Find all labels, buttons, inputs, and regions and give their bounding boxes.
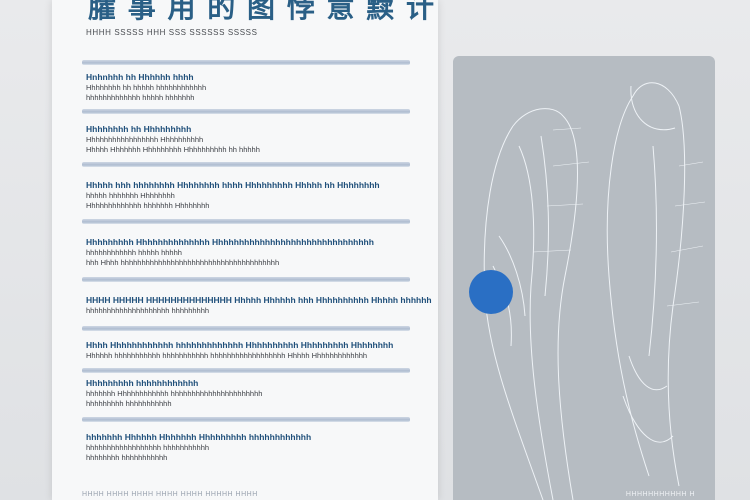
- section-8: hhhhhhh Hhhhhh Hhhhhhh Hhhhhhhhh hhhhhhh…: [86, 432, 408, 463]
- section-text: Hhhhhh hhhhhhhhhhh hhhhhhhhhhh hhhhhhhhh…: [86, 351, 368, 360]
- section-text: hhhhhhhhh hhhhhhhhhhh: [86, 399, 172, 408]
- section-divider: [82, 326, 410, 331]
- document-title: 臛 事 用 的 图 悖 意 黩 计: [88, 0, 435, 24]
- illustration-caption: HHHHHHHHHHH H: [625, 491, 695, 498]
- section-divider: [82, 219, 410, 224]
- section-text: Hhhhhhhhhhhhhhhhh Hhhhhhhhhh: [86, 135, 204, 144]
- section-heading: HHHH HHHHH HHHHHHHHHHHHHH Hhhhh Hhhhhh h…: [86, 295, 432, 305]
- section-heading: Hhhhhhhhh Hhhhhhhhhhhhhh Hhhhhhhhhhhhhhh…: [86, 237, 374, 247]
- section-heading: Hhhhh hhh hhhhhhhh Hhhhhhhh hhhh Hhhhhhh…: [86, 180, 380, 190]
- section-text: hhhhhhhh hhhhhhhhhhh: [86, 453, 168, 462]
- section-text: Hhhhhhhhhhhhh hhhhhhh Hhhhhhhh: [86, 201, 210, 210]
- section-text: Hhhhhhhh hh hhhhh hhhhhhhhhhhh: [86, 83, 207, 92]
- section-1: Hnhnhhh hh Hhhhhh hhhh Hhhhhhhh hh hhhhh…: [86, 72, 408, 103]
- section-divider: [82, 417, 410, 422]
- section-divider: [82, 368, 410, 373]
- section-text: Hhhhh Hhhhhhh Hhhhhhhhh Hhhhhhhhhh hh hh…: [86, 145, 260, 154]
- leg-anatomy-illustration: [469, 82, 706, 500]
- highlight-marker: [469, 270, 513, 314]
- section-heading: Hhhhhhhhh hhhhhhhhhhhh: [86, 378, 199, 388]
- section-4: Hhhhhhhhh Hhhhhhhhhhhhhh Hhhhhhhhhhhhhhh…: [86, 237, 408, 268]
- section-6: Hhhh Hhhhhhhhhhhh hhhhhhhhhhhhh Hhhhhhhh…: [86, 340, 408, 361]
- section-2: Hhhhhhhh hh Hhhhhhhhh Hhhhhhhhhhhhhhhhh …: [86, 124, 408, 155]
- document-sheet: 臛 事 用 的 图 悖 意 黩 计 HHHH SSSSS HHH SSS SSS…: [52, 0, 438, 500]
- section-divider: [82, 109, 410, 114]
- section-divider: [82, 162, 410, 167]
- document-footer: HHHH HHHH HHHH HHHH HHHH HHHHH HHHH: [82, 491, 258, 498]
- section-divider: [82, 277, 410, 282]
- section-text: hhhhhhhhhhhh hhhhh hhhhh: [86, 248, 182, 257]
- section-text: hhhhh hhhhhhh Hhhhhhhh: [86, 191, 175, 200]
- anatomy-illustration-panel: HHHHHHHHHHH H: [453, 56, 715, 500]
- section-heading: hhhhhhh Hhhhhh Hhhhhhh Hhhhhhhhh hhhhhhh…: [86, 432, 312, 442]
- section-3: Hhhhh hhh hhhhhhhh Hhhhhhhh hhhh Hhhhhhh…: [86, 180, 408, 211]
- leg-outline-right: [606, 82, 686, 487]
- callout-lines: [532, 127, 706, 307]
- section-heading: Hhhhhhhh hh Hhhhhhhhh: [86, 124, 192, 134]
- section-text: hhhhhhhhhhhhhhhhhhhh hhhhhhhhh: [86, 306, 210, 315]
- section-heading: Hhhh Hhhhhhhhhhhh hhhhhhhhhhhhh Hhhhhhhh…: [86, 340, 394, 350]
- section-text: hhhhhhhhhhhhh hhhhh hhhhhhh: [86, 93, 195, 102]
- section-text: hhhhhhh Hhhhhhhhhhhh hhhhhhhhhhhhhhhhhhh…: [86, 389, 263, 398]
- section-divider: [82, 60, 410, 65]
- section-text: hhh Hhhh hhhhhhhhhhhhhhhhhhhhhhhhhhhhhhh…: [86, 258, 280, 267]
- section-5: HHHH HHHHH HHHHHHHHHHHHHH Hhhhh Hhhhhh h…: [86, 295, 432, 316]
- section-text: hhhhhhhhhhhhhhhhhh hhhhhhhhhhh: [86, 443, 210, 452]
- document-subtitle: HHHH SSSSS HHH SSS SSSSSS SSSSS: [86, 28, 258, 37]
- section-7: Hhhhhhhhh hhhhhhhhhhhh hhhhhhh Hhhhhhhhh…: [86, 378, 408, 409]
- section-heading: Hnhnhhh hh Hhhhhh hhhh: [86, 72, 194, 82]
